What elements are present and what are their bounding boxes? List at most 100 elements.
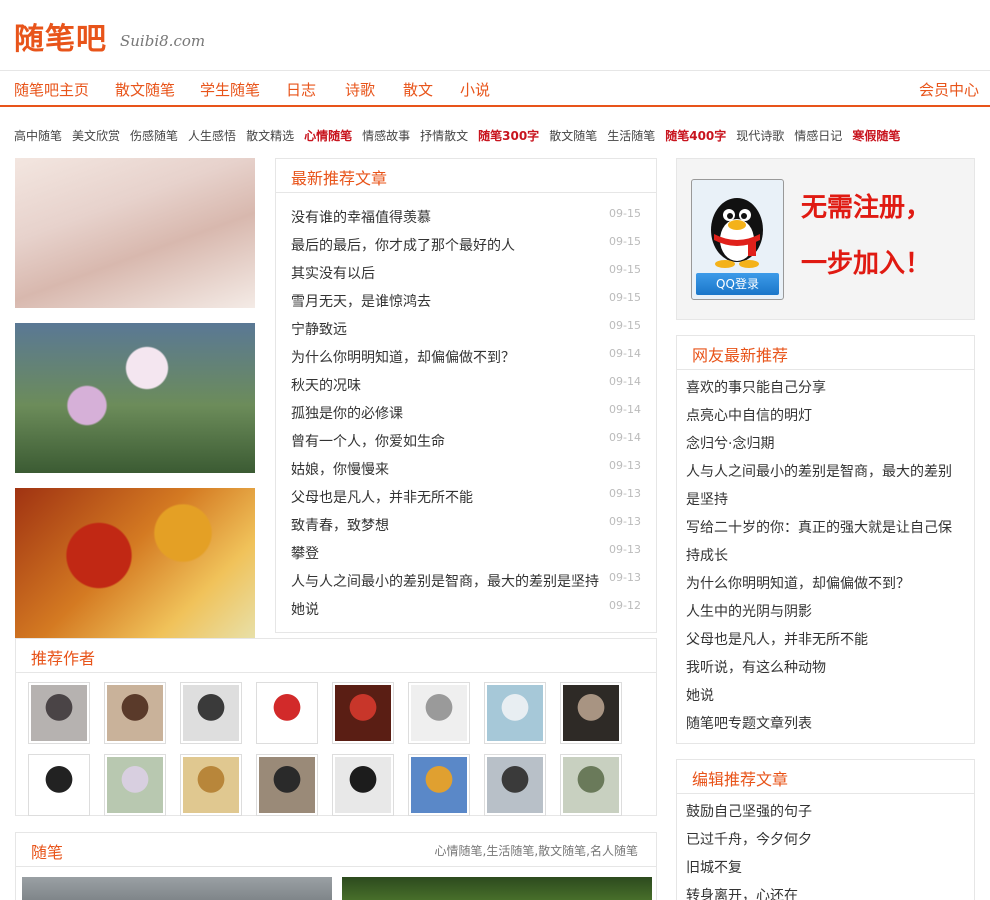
latest-article-row: 宁静致远 09-15: [291, 319, 641, 347]
friends-article-link[interactable]: 写给二十岁的你：真正的强大就是让自己保: [686, 514, 966, 542]
latest-article-link[interactable]: 攀登: [291, 543, 319, 563]
friends-article-link[interactable]: 人生中的光阴与阴影: [686, 598, 966, 626]
author-avatar[interactable]: [408, 754, 470, 816]
main-nav: 随笔吧主页 散文随笔 学生随笔 日志 诗歌 散文 小说 会员中心: [0, 70, 990, 107]
latest-article-link[interactable]: 秋天的况味: [291, 375, 361, 395]
editor-article-link[interactable]: 已过千舟，今夕何夕: [686, 826, 966, 854]
tag-link[interactable]: 情感故事: [362, 127, 410, 144]
friends-article-link[interactable]: 我听说，有这么种动物: [686, 654, 966, 682]
latest-article-link[interactable]: 人与人之间最小的差别是智商，最大的差别是坚持: [291, 571, 599, 591]
latest-article-link[interactable]: 其实没有以后: [291, 263, 375, 283]
tag-link[interactable]: 随笔300字: [478, 127, 539, 144]
panel-divider: [276, 192, 656, 193]
latest-article-link[interactable]: 姑娘，你慢慢来: [291, 459, 389, 479]
suibi-subcategories[interactable]: 心情随笔,生活随笔,散文随笔,名人随笔: [435, 842, 638, 859]
nav-poetry[interactable]: 诗歌: [345, 79, 375, 100]
tag-link[interactable]: 生活随笔: [607, 127, 655, 144]
friends-article-link[interactable]: 喜欢的事只能自己分享: [686, 374, 966, 402]
author-avatar[interactable]: [28, 682, 90, 744]
suibi-section-title[interactable]: 随笔: [31, 839, 63, 863]
friends-article-link[interactable]: 点亮心中自信的明灯: [686, 402, 966, 430]
feature-image-tea-book[interactable]: [15, 158, 255, 308]
friends-article-link[interactable]: 是坚持: [686, 486, 966, 514]
latest-article-link[interactable]: 父母也是凡人，并非无所不能: [291, 487, 473, 507]
author-avatar[interactable]: [332, 682, 394, 744]
qq-slogan-line1: 无需注册，: [801, 193, 932, 223]
nav-prose-essay[interactable]: 散文随笔: [115, 79, 175, 100]
tag-link[interactable]: 心情随笔: [304, 127, 352, 144]
latest-article-link[interactable]: 没有谁的幸福值得羡慕: [291, 207, 431, 227]
tag-link[interactable]: 情感日记: [794, 127, 842, 144]
avatar-image: [563, 685, 619, 741]
qq-login-box[interactable]: QQ登录: [691, 179, 784, 300]
editor-article-link[interactable]: 旧城不复: [686, 854, 966, 882]
qq-login-button[interactable]: QQ登录: [696, 273, 779, 295]
nav-home[interactable]: 随笔吧主页: [14, 79, 89, 100]
tag-link[interactable]: 高中随笔: [14, 127, 62, 144]
latest-article-link[interactable]: 雪月无天，是谁惊鸿去: [291, 291, 431, 311]
latest-article-link[interactable]: 为什么你明明知道，却偏偏做不到？: [291, 347, 515, 367]
panel-divider: [16, 672, 656, 673]
nav-student-essay[interactable]: 学生随笔: [200, 79, 260, 100]
qq-slogan-line2: 一步加入！: [801, 249, 932, 279]
recommended-authors-title: 推荐作者: [31, 649, 96, 668]
tag-link[interactable]: 伤感随笔: [130, 127, 178, 144]
avatar-image: [563, 757, 619, 813]
friends-article-link[interactable]: 她说: [686, 682, 966, 710]
latest-article-link[interactable]: 致青春，致梦想: [291, 515, 389, 535]
latest-article-link[interactable]: 孤独是你的必修课: [291, 403, 403, 423]
latest-article-link[interactable]: 最后的最后，你才成了那个最好的人: [291, 235, 515, 255]
latest-article-date: 09-13: [609, 515, 641, 528]
friends-article-link[interactable]: 为什么你明明知道，却偏偏做不到？: [686, 570, 966, 598]
tag-link[interactable]: 寒假随笔: [852, 127, 900, 144]
friends-article-link[interactable]: 父母也是凡人，并非无所不能: [686, 626, 966, 654]
author-avatar[interactable]: [256, 754, 318, 816]
author-avatar[interactable]: [180, 682, 242, 744]
author-avatar[interactable]: [408, 682, 470, 744]
friends-article-link[interactable]: 持成长: [686, 542, 966, 570]
tag-link[interactable]: 现代诗歌: [736, 127, 784, 144]
avatar-image: [487, 757, 543, 813]
tag-link[interactable]: 散文随笔: [549, 127, 597, 144]
tag-link[interactable]: 抒情散文: [420, 127, 468, 144]
nav-prose[interactable]: 散文: [403, 79, 433, 100]
feature-image-maple-leaves[interactable]: [15, 488, 255, 638]
author-avatar[interactable]: [560, 754, 622, 816]
friends-article-link[interactable]: 念归兮·念归期: [686, 430, 966, 458]
suibi-image-2[interactable]: [342, 877, 652, 900]
author-avatar[interactable]: [28, 754, 90, 816]
logo-domain: Suibi8.com: [120, 32, 206, 50]
latest-article-link[interactable]: 她说: [291, 599, 319, 619]
latest-article-row: 她说 09-12: [291, 599, 641, 627]
nav-member-center[interactable]: 会员中心: [919, 79, 979, 100]
latest-article-date: 09-13: [609, 543, 641, 556]
tag-link[interactable]: 美文欣赏: [72, 127, 120, 144]
nav-diary[interactable]: 日志: [286, 79, 316, 100]
editor-article-link[interactable]: 鼓励自己坚强的句子: [686, 798, 966, 826]
latest-article-link[interactable]: 曾有一个人，你爱如生命: [291, 431, 445, 451]
latest-article-link[interactable]: 宁静致远: [291, 319, 347, 339]
author-avatar[interactable]: [484, 682, 546, 744]
tag-link[interactable]: 散文精选: [246, 127, 294, 144]
feature-image-flowers[interactable]: [15, 323, 255, 473]
author-avatar[interactable]: [104, 682, 166, 744]
latest-article-date: 09-14: [609, 431, 641, 444]
author-avatar[interactable]: [256, 682, 318, 744]
tag-link[interactable]: 人生感悟: [188, 127, 236, 144]
author-avatar[interactable]: [180, 754, 242, 816]
author-avatar[interactable]: [484, 754, 546, 816]
nav-novel[interactable]: 小说: [460, 79, 490, 100]
latest-article-row: 雪月无天，是谁惊鸿去 09-15: [291, 291, 641, 319]
friends-article-link[interactable]: 随笔吧专题文章列表: [686, 710, 966, 738]
tag-link[interactable]: 随笔400字: [665, 127, 726, 144]
latest-article-row: 父母也是凡人，并非无所不能 09-13: [291, 487, 641, 515]
author-avatar[interactable]: [104, 754, 166, 816]
suibi-image-1[interactable]: [22, 877, 332, 900]
friends-article-link[interactable]: 人与人之间最小的差别是智商，最大的差别: [686, 458, 966, 486]
tag-bar: 高中随笔 美文欣赏 伤感随笔 人生感悟 散文精选 心情随笔 情感故事 抒情散文 随笔300字 散文…: [14, 125, 910, 143]
friends-recommend-title: 网友最新推荐: [692, 346, 789, 365]
editor-article-link[interactable]: 转身离开，心还在: [686, 882, 966, 900]
avatar-image: [335, 685, 391, 741]
author-avatar[interactable]: [332, 754, 394, 816]
author-avatar[interactable]: [560, 682, 622, 744]
